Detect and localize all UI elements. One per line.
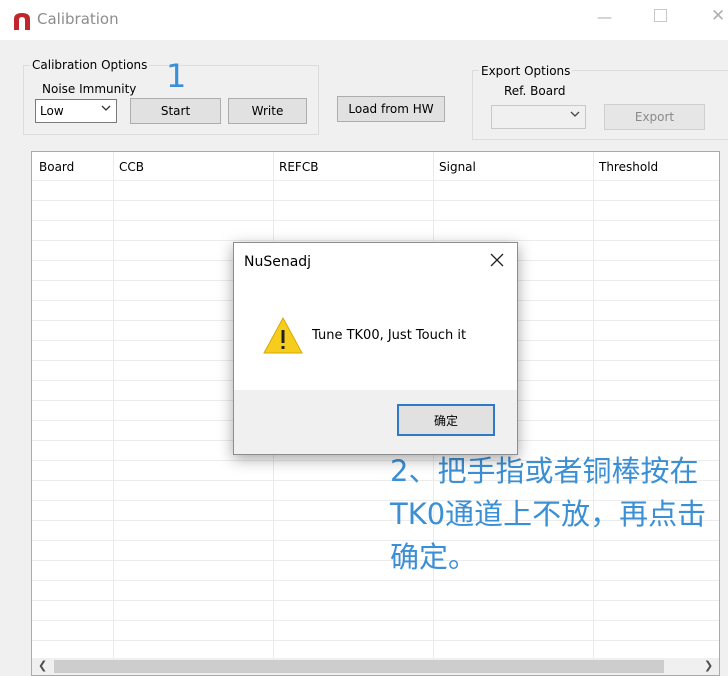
window-title: Calibration	[37, 10, 119, 28]
column-header-threshold[interactable]: Threshold	[599, 160, 658, 174]
export-button[interactable]: Export	[604, 104, 705, 130]
title-bar: Calibration — ✕	[0, 0, 728, 40]
minimize-icon[interactable]: —	[597, 8, 612, 26]
scrollbar-thumb[interactable]	[54, 660, 664, 673]
close-window-icon[interactable]: ✕	[711, 6, 725, 26]
row-line	[32, 640, 719, 641]
row-line	[32, 620, 719, 621]
warning-icon	[263, 316, 303, 354]
dialog-title: NuSenadj	[244, 254, 312, 270]
app-logo-icon	[14, 13, 30, 30]
ref-board-select[interactable]	[491, 105, 586, 129]
row-line	[32, 220, 719, 221]
chevron-down-icon	[570, 111, 580, 117]
ref-board-label: Ref. Board	[504, 84, 566, 98]
column-header-refcb[interactable]: REFCB	[279, 160, 318, 174]
row-line	[32, 200, 719, 201]
scroll-right-icon[interactable]: ❯	[704, 659, 713, 672]
noise-immunity-label: Noise Immunity	[42, 82, 137, 96]
dialog-footer: 确定	[234, 390, 517, 454]
write-button[interactable]: Write	[228, 98, 307, 124]
row-line	[32, 580, 719, 581]
step-1-annotation: 1	[166, 57, 187, 95]
column-divider	[593, 152, 594, 661]
chevron-down-icon	[101, 105, 111, 111]
row-line	[32, 240, 719, 241]
load-from-hw-button[interactable]: Load from HW	[337, 96, 445, 122]
close-icon[interactable]	[490, 253, 504, 267]
scroll-left-icon[interactable]: ❮	[38, 659, 47, 672]
message-dialog: NuSenadj Tune TK00, Just Touch it 确定	[233, 242, 518, 455]
maximize-icon[interactable]	[654, 9, 667, 22]
start-button[interactable]: Start	[130, 98, 221, 124]
row-line	[32, 600, 719, 601]
horizontal-scrollbar[interactable]: ❮ ❯	[32, 658, 719, 675]
noise-immunity-select[interactable]: Low	[35, 99, 117, 123]
column-header-ccb[interactable]: CCB	[119, 160, 144, 174]
column-divider	[113, 152, 114, 661]
export-options-legend: Export Options	[479, 64, 573, 78]
column-header-board[interactable]: Board	[39, 160, 74, 174]
ok-button[interactable]: 确定	[397, 404, 495, 436]
calibration-options-legend: Calibration Options	[30, 58, 150, 72]
dialog-message: Tune TK00, Just Touch it	[312, 328, 467, 343]
column-header-signal[interactable]: Signal	[439, 160, 476, 174]
row-line	[32, 180, 719, 181]
noise-immunity-value: Low	[40, 104, 64, 118]
step-2-annotation: 2、把手指或者铜棒按在TK0通道上不放，再点击确定。	[390, 454, 707, 574]
